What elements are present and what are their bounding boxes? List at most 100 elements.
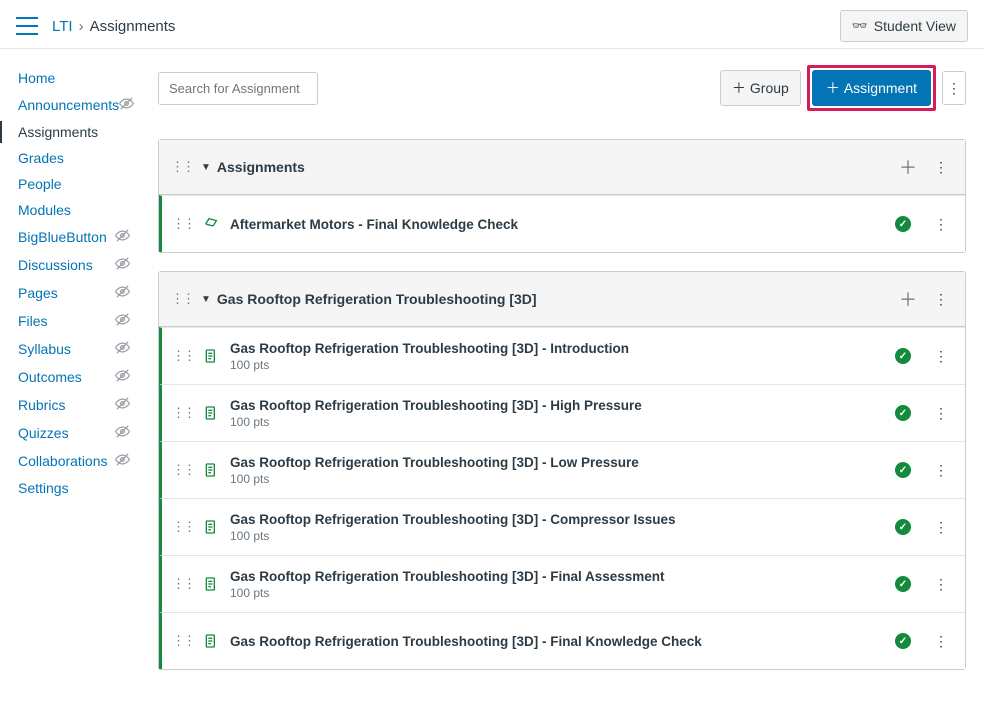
nav-item-label: Syllabus bbox=[18, 341, 71, 357]
assignment-points: 100 pts bbox=[230, 529, 676, 543]
nav-item-label: Pages bbox=[18, 285, 58, 301]
published-icon[interactable] bbox=[895, 405, 911, 421]
assignment-icon bbox=[202, 575, 220, 593]
nav-item-outcomes[interactable]: Outcomes bbox=[18, 363, 140, 391]
drag-handle-icon[interactable]: ⋮⋮ bbox=[172, 405, 194, 421]
nav-item-quizzes[interactable]: Quizzes bbox=[18, 419, 140, 447]
drag-handle-icon[interactable]: ⋮⋮ bbox=[171, 159, 193, 175]
row-overflow-button[interactable]: ⋮ bbox=[929, 510, 953, 544]
hidden-icon bbox=[115, 312, 130, 330]
row-overflow-button[interactable]: ⋮ bbox=[929, 624, 953, 658]
assignment-row: ⋮⋮ Gas Rooftop Refrigeration Troubleshoot… bbox=[159, 384, 965, 441]
assignment-title[interactable]: Gas Rooftop Refrigeration Troubleshootin… bbox=[230, 634, 702, 649]
published-icon[interactable] bbox=[895, 576, 911, 592]
quiz-icon bbox=[202, 215, 220, 233]
nav-item-bigbluebutton[interactable]: BigBlueButton bbox=[18, 223, 140, 251]
nav-item-label: Collaborations bbox=[18, 453, 108, 469]
nav-item-label: Rubrics bbox=[18, 397, 65, 413]
add-assignment-button[interactable]: ＋ Assignment bbox=[812, 70, 931, 106]
nav-item-label: Files bbox=[18, 313, 48, 329]
published-icon[interactable] bbox=[895, 519, 911, 535]
assignment-icon bbox=[202, 632, 220, 650]
nav-item-people[interactable]: People bbox=[18, 171, 140, 197]
assignment-group: ⋮⋮▼Assignments＋⋮⋮⋮Aftermarket Motors - F… bbox=[158, 139, 966, 253]
row-overflow-button[interactable]: ⋮ bbox=[929, 453, 953, 487]
drag-handle-icon[interactable]: ⋮⋮ bbox=[171, 291, 193, 307]
drag-handle-icon[interactable]: ⋮⋮ bbox=[172, 519, 194, 535]
breadcrumb-course[interactable]: LTI bbox=[52, 18, 73, 35]
assignment-points: 100 pts bbox=[230, 472, 639, 486]
hidden-icon bbox=[115, 228, 130, 246]
caret-down-icon: ▼ bbox=[201, 162, 211, 173]
nav-item-rubrics[interactable]: Rubrics bbox=[18, 391, 140, 419]
hidden-icon bbox=[115, 340, 130, 358]
drag-handle-icon[interactable]: ⋮⋮ bbox=[172, 576, 194, 592]
published-icon[interactable] bbox=[895, 633, 911, 649]
group-overflow-button[interactable]: ⋮ bbox=[929, 150, 953, 184]
nav-item-label: Outcomes bbox=[18, 369, 82, 385]
nav-item-files[interactable]: Files bbox=[18, 307, 140, 335]
nav-item-label: Grades bbox=[18, 150, 64, 166]
nav-item-label: Assignments bbox=[18, 124, 98, 140]
nav-item-assignments[interactable]: Assignments bbox=[18, 119, 140, 145]
nav-item-label: Home bbox=[18, 70, 55, 86]
assignment-title[interactable]: Gas Rooftop Refrigeration Troubleshootin… bbox=[230, 341, 629, 356]
hidden-icon bbox=[115, 284, 130, 302]
nav-item-pages[interactable]: Pages bbox=[18, 279, 140, 307]
nav-item-label: Quizzes bbox=[18, 425, 69, 441]
published-icon[interactable] bbox=[895, 216, 911, 232]
assignment-icon bbox=[202, 518, 220, 536]
row-overflow-button[interactable]: ⋮ bbox=[929, 396, 953, 430]
nav-item-label: People bbox=[18, 176, 62, 192]
assignment-row: ⋮⋮ Gas Rooftop Refrigeration Troubleshoot… bbox=[159, 612, 965, 669]
search-input[interactable] bbox=[158, 72, 318, 105]
add-item-button[interactable]: ＋ bbox=[893, 154, 923, 180]
hidden-icon bbox=[119, 96, 134, 114]
row-overflow-button[interactable]: ⋮ bbox=[929, 339, 953, 373]
toolbar-overflow-button[interactable]: ⋮ bbox=[942, 71, 966, 105]
chevron-right-icon: › bbox=[79, 18, 84, 35]
breadcrumb: LTI › Assignments bbox=[52, 18, 175, 35]
add-group-button[interactable]: ＋ Group bbox=[720, 70, 801, 106]
glasses-icon: 👓 bbox=[852, 18, 868, 34]
published-icon[interactable] bbox=[895, 348, 911, 364]
assignment-title[interactable]: Gas Rooftop Refrigeration Troubleshootin… bbox=[230, 512, 676, 527]
nav-item-discussions[interactable]: Discussions bbox=[18, 251, 140, 279]
nav-item-modules[interactable]: Modules bbox=[18, 197, 140, 223]
student-view-button[interactable]: 👓 Student View bbox=[840, 10, 968, 42]
group-header[interactable]: ⋮⋮▼Gas Rooftop Refrigeration Troubleshoo… bbox=[159, 272, 965, 327]
group-overflow-button[interactable]: ⋮ bbox=[929, 282, 953, 316]
drag-handle-icon[interactable]: ⋮⋮ bbox=[172, 216, 194, 232]
group-title: Assignments bbox=[217, 159, 305, 175]
assignment-row: ⋮⋮ Gas Rooftop Refrigeration Troubleshoot… bbox=[159, 555, 965, 612]
drag-handle-icon[interactable]: ⋮⋮ bbox=[172, 348, 194, 364]
nav-item-syllabus[interactable]: Syllabus bbox=[18, 335, 140, 363]
row-overflow-button[interactable]: ⋮ bbox=[929, 207, 953, 241]
hamburger-menu-icon[interactable] bbox=[16, 17, 38, 35]
assignment-row: ⋮⋮ Aftermarket Motors - Final Knowledge C… bbox=[159, 195, 965, 252]
hidden-icon bbox=[115, 452, 130, 470]
assignment-points: 100 pts bbox=[230, 415, 642, 429]
nav-item-home[interactable]: Home bbox=[18, 65, 140, 91]
nav-item-settings[interactable]: Settings bbox=[18, 475, 140, 501]
assignment-title[interactable]: Gas Rooftop Refrigeration Troubleshootin… bbox=[230, 398, 642, 413]
course-nav: Home Announcements Assignments Grades People… bbox=[0, 49, 140, 712]
drag-handle-icon[interactable]: ⋮⋮ bbox=[172, 633, 194, 649]
drag-handle-icon[interactable]: ⋮⋮ bbox=[172, 462, 194, 478]
plus-icon: ＋ bbox=[826, 78, 840, 98]
assignment-points: 100 pts bbox=[230, 358, 629, 372]
nav-item-collaborations[interactable]: Collaborations bbox=[18, 447, 140, 475]
nav-item-label: BigBlueButton bbox=[18, 229, 107, 245]
nav-item-grades[interactable]: Grades bbox=[18, 145, 140, 171]
nav-item-announcements[interactable]: Announcements bbox=[18, 91, 140, 119]
add-item-button[interactable]: ＋ bbox=[893, 286, 923, 312]
assignment-title[interactable]: Gas Rooftop Refrigeration Troubleshootin… bbox=[230, 569, 665, 584]
published-icon[interactable] bbox=[895, 462, 911, 478]
assignment-icon bbox=[202, 404, 220, 422]
group-header[interactable]: ⋮⋮ ▼ Assignments ＋⋮ bbox=[159, 140, 965, 195]
assignment-title[interactable]: Aftermarket Motors - Final Knowledge Che… bbox=[230, 217, 518, 232]
add-assignment-label: Assignment bbox=[844, 80, 917, 96]
assignment-title[interactable]: Gas Rooftop Refrigeration Troubleshootin… bbox=[230, 455, 639, 470]
assignment-group: ⋮⋮▼Gas Rooftop Refrigeration Troubleshoo… bbox=[158, 271, 966, 670]
row-overflow-button[interactable]: ⋮ bbox=[929, 567, 953, 601]
